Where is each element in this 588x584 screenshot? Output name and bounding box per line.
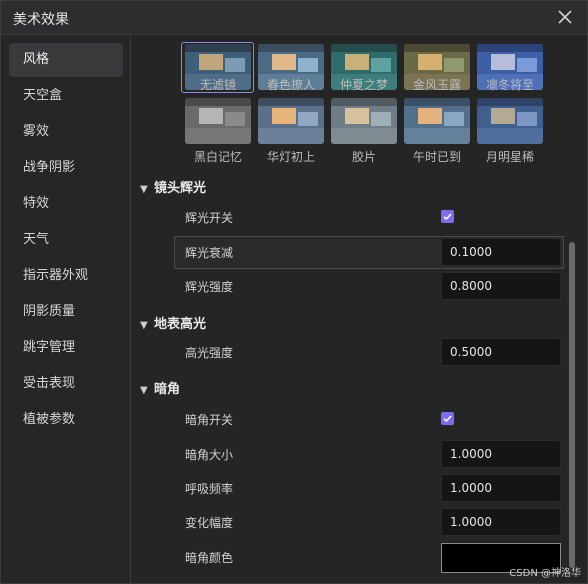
flare-toggle-checkbox[interactable]	[441, 210, 454, 223]
flare-decay-input[interactable]: 0.1000	[441, 238, 561, 266]
flare-intensity-label: 辉光强度	[185, 280, 234, 294]
vignette-toggle-checkbox[interactable]	[441, 412, 454, 425]
flare-intensity-input[interactable]: 0.8000	[441, 272, 561, 300]
filter-label-film: 胶片	[351, 150, 376, 164]
sidebar-item-war-shadow[interactable]: 战争阴影	[9, 151, 123, 185]
chevron-down-icon: ▼	[140, 320, 148, 331]
section-ground-highlight[interactable]: ▼ 地表高光	[140, 313, 206, 332]
filter-label-summer: 仲夏之梦	[339, 78, 388, 92]
section-vignette[interactable]: ▼ 暗角	[140, 378, 180, 397]
settings-panel: 无滤镜 春色撩人 仲夏之梦 金风玉露 凛冬将至 黑白记忆 华灯初上 胶片 午时已…	[132, 36, 587, 583]
filter-label-moonlight: 月明星稀	[485, 150, 534, 164]
sidebar-item-hit-feedback[interactable]: 受击表现	[9, 367, 123, 401]
sidebar-item-vegetation[interactable]: 植被参数	[9, 403, 123, 437]
flare-toggle-label: 辉光开关	[185, 211, 234, 225]
highlight-intensity-label: 高光强度	[185, 346, 234, 360]
filter-thumb-noon[interactable]	[404, 98, 470, 144]
watermark: CSDN @神洛华	[509, 568, 581, 579]
breath-frequency-input[interactable]: 1.0000	[441, 474, 561, 502]
art-effects-window: 美术效果 风格 天空盒 雾效 战争阴影 特效 天气 指示器外观 阴影质量 跳字管…	[0, 0, 588, 584]
sidebar-item-style[interactable]: 风格	[9, 43, 123, 77]
chevron-down-icon: ▼	[140, 385, 148, 396]
sidebar: 风格 天空盒 雾效 战争阴影 特效 天气 指示器外观 阴影质量 跳字管理 受击表…	[1, 36, 131, 583]
amplitude-input[interactable]: 1.0000	[441, 508, 561, 536]
filter-label-noon: 午时已到	[412, 150, 461, 164]
filter-label-monochrome: 黑白记忆	[193, 150, 242, 164]
section-ground-highlight-title: 地表高光	[154, 317, 207, 332]
filter-thumb-moonlight[interactable]	[477, 98, 543, 144]
sidebar-item-weather[interactable]: 天气	[9, 223, 123, 257]
vignette-color-label: 暗角颜色	[185, 551, 234, 565]
filter-thumb-film[interactable]	[331, 98, 397, 144]
sidebar-item-vfx[interactable]: 特效	[9, 187, 123, 221]
vignette-toggle-label: 暗角开关	[185, 413, 234, 427]
chevron-down-icon: ▼	[140, 184, 148, 195]
highlight-intensity-input[interactable]: 0.5000	[441, 338, 561, 366]
scrollbar[interactable]	[569, 242, 575, 568]
sidebar-item-skybox[interactable]: 天空盒	[9, 79, 123, 113]
window-title: 美术效果	[13, 12, 69, 28]
sidebar-item-fog[interactable]: 雾效	[9, 115, 123, 149]
section-lens-flare-title: 镜头辉光	[154, 181, 207, 196]
vignette-size-label: 暗角大小	[185, 448, 234, 462]
filter-thumb-monochrome[interactable]	[185, 98, 251, 144]
sidebar-item-damage-text[interactable]: 跳字管理	[9, 331, 123, 365]
amplitude-label: 变化幅度	[185, 516, 234, 530]
sidebar-item-indicator[interactable]: 指示器外观	[9, 259, 123, 293]
breath-frequency-label: 呼吸频率	[185, 482, 234, 496]
title-bar: 美术效果	[1, 1, 587, 35]
close-icon[interactable]	[555, 7, 575, 27]
section-vignette-title: 暗角	[154, 382, 181, 397]
filter-label-autumn: 金风玉露	[412, 78, 461, 92]
filter-label-lanterns: 华灯初上	[266, 150, 315, 164]
filter-thumb-lanterns[interactable]	[258, 98, 324, 144]
scrollbar-thumb[interactable]	[569, 242, 575, 568]
filter-label-none: 无滤镜	[199, 78, 236, 92]
filter-label-spring: 春色撩人	[266, 78, 315, 92]
sidebar-item-shadow-quality[interactable]: 阴影质量	[9, 295, 123, 329]
flare-decay-label: 辉光衰减	[185, 246, 234, 260]
section-lens-flare[interactable]: ▼ 镜头辉光	[140, 177, 206, 196]
filter-label-winter: 凛冬将至	[485, 78, 534, 92]
vignette-size-input[interactable]: 1.0000	[441, 440, 561, 468]
